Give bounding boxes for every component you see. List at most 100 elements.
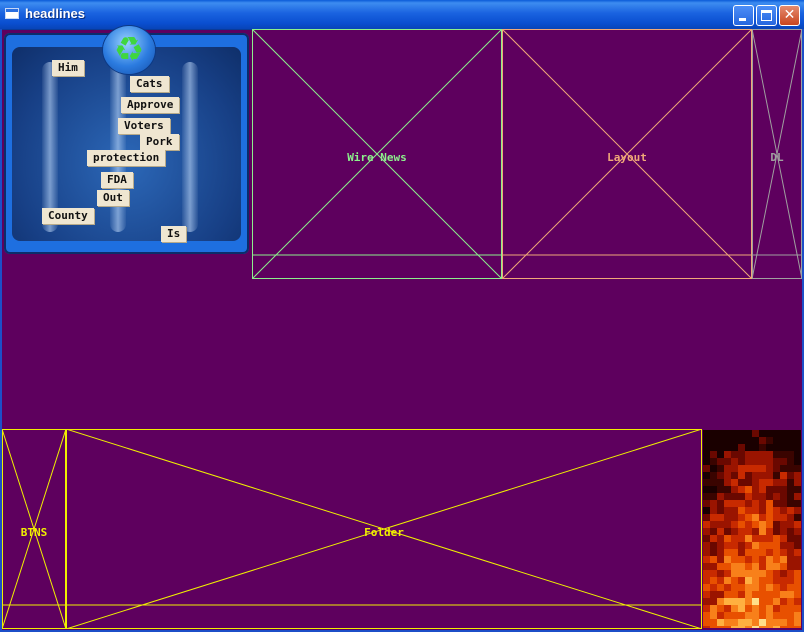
fire-pixel [794, 535, 801, 542]
fire-pixel [766, 626, 773, 628]
word-tile[interactable]: Out [97, 190, 129, 206]
btns-panel[interactable]: BTNS [2, 429, 66, 629]
fire-pixel [794, 500, 801, 507]
fire-pixel [780, 563, 787, 570]
fire-pixel [766, 598, 773, 605]
fire-pixel [752, 465, 759, 472]
fire-pixel [752, 542, 759, 549]
fire-pixel [752, 451, 759, 458]
fire-pixel [724, 626, 731, 628]
fire-pixel [738, 549, 745, 556]
fire-pixel [710, 528, 717, 535]
fire-pixel [738, 584, 745, 591]
fire-pixel [703, 500, 710, 507]
panel-label: BTNS [20, 526, 48, 539]
fire-pixel [724, 486, 731, 493]
fire-pixel [780, 542, 787, 549]
fire-pixel [773, 563, 780, 570]
fire-pixel [731, 465, 738, 472]
fire-pixel [745, 437, 752, 444]
fire-pixel [780, 556, 787, 563]
fire-pixel [717, 514, 724, 521]
layout-panel[interactable]: Layout [502, 29, 752, 279]
fire-pixel [710, 598, 717, 605]
fire-pixel [773, 507, 780, 514]
fire-pixel [759, 458, 766, 465]
fire-pixel [738, 626, 745, 628]
fire-pixel [724, 598, 731, 605]
fire-pixel [710, 584, 717, 591]
fire-pixel [752, 598, 759, 605]
fire-pixel [738, 605, 745, 612]
fire-pixel [710, 486, 717, 493]
fire-pixel [794, 472, 801, 479]
fire-pixel [745, 514, 752, 521]
panel-label: Wire News [347, 151, 407, 164]
fire-pixel [773, 528, 780, 535]
fire-pixel [752, 479, 759, 486]
fire-pixel [745, 521, 752, 528]
fire-pixel [773, 451, 780, 458]
fire-pixel [710, 570, 717, 577]
fire-pixel [787, 577, 794, 584]
fire-pixel [766, 577, 773, 584]
wire-news-panel[interactable]: Wire News [252, 29, 502, 279]
fire-pixel [773, 542, 780, 549]
fire-pixel [717, 584, 724, 591]
fire-pixel [724, 500, 731, 507]
fire-pixel [710, 479, 717, 486]
fire-pixel [780, 528, 787, 535]
fire-pixel [773, 577, 780, 584]
fire-pixel [759, 521, 766, 528]
word-tile[interactable]: Pork [140, 134, 179, 150]
fire-pixel [794, 465, 801, 472]
maximize-button[interactable] [756, 5, 777, 26]
fire-pixel [710, 500, 717, 507]
fire-pixel [780, 493, 787, 500]
word-tile[interactable]: Cats [130, 76, 169, 92]
fire-pixel [780, 577, 787, 584]
fire-pixel [745, 598, 752, 605]
word-tile[interactable]: Him [52, 60, 84, 76]
word-tile[interactable]: protection [87, 150, 166, 166]
fire-pixel [717, 479, 724, 486]
fire-pixel [738, 444, 745, 451]
dl-panel[interactable]: DL [752, 29, 802, 279]
fire-pixel [787, 528, 794, 535]
fire-pixel [717, 626, 724, 628]
fire-pixel [717, 619, 724, 626]
fire-pixel [759, 570, 766, 577]
minimize-button[interactable] [733, 5, 754, 26]
fire-pixel [724, 430, 731, 437]
fire-pixel [773, 612, 780, 619]
fire-pixel [766, 458, 773, 465]
fire-pixel [759, 598, 766, 605]
word-tile[interactable]: FDA [101, 172, 133, 188]
word-tile[interactable]: Is [161, 226, 187, 242]
fire-pixel [787, 500, 794, 507]
panel-label: Folder [364, 526, 404, 539]
fire-pixel [710, 563, 717, 570]
fire-pixel [717, 444, 724, 451]
fire-pixel [773, 472, 780, 479]
fire-pixel [773, 479, 780, 486]
fire-pixel [794, 451, 801, 458]
folder-panel[interactable]: Folder [66, 429, 702, 629]
fire-pixel [703, 612, 710, 619]
fire-pixel [717, 451, 724, 458]
fire-pixel [717, 430, 724, 437]
fire-pixel [766, 465, 773, 472]
fire-pixel [710, 626, 717, 628]
fire-pixel [745, 500, 752, 507]
recycle-icon[interactable]: ♻ [103, 26, 155, 74]
fire-pixel [759, 500, 766, 507]
fire-pixel [787, 598, 794, 605]
word-tile[interactable]: County [42, 208, 94, 224]
close-button[interactable]: ✕ [779, 5, 800, 26]
fire-pixel [745, 444, 752, 451]
fire-pixel [752, 535, 759, 542]
title-bar[interactable]: headlines ✕ [0, 0, 804, 30]
word-tile[interactable]: Voters [118, 118, 170, 134]
fire-pixel [717, 598, 724, 605]
word-tile[interactable]: Approve [121, 97, 180, 113]
